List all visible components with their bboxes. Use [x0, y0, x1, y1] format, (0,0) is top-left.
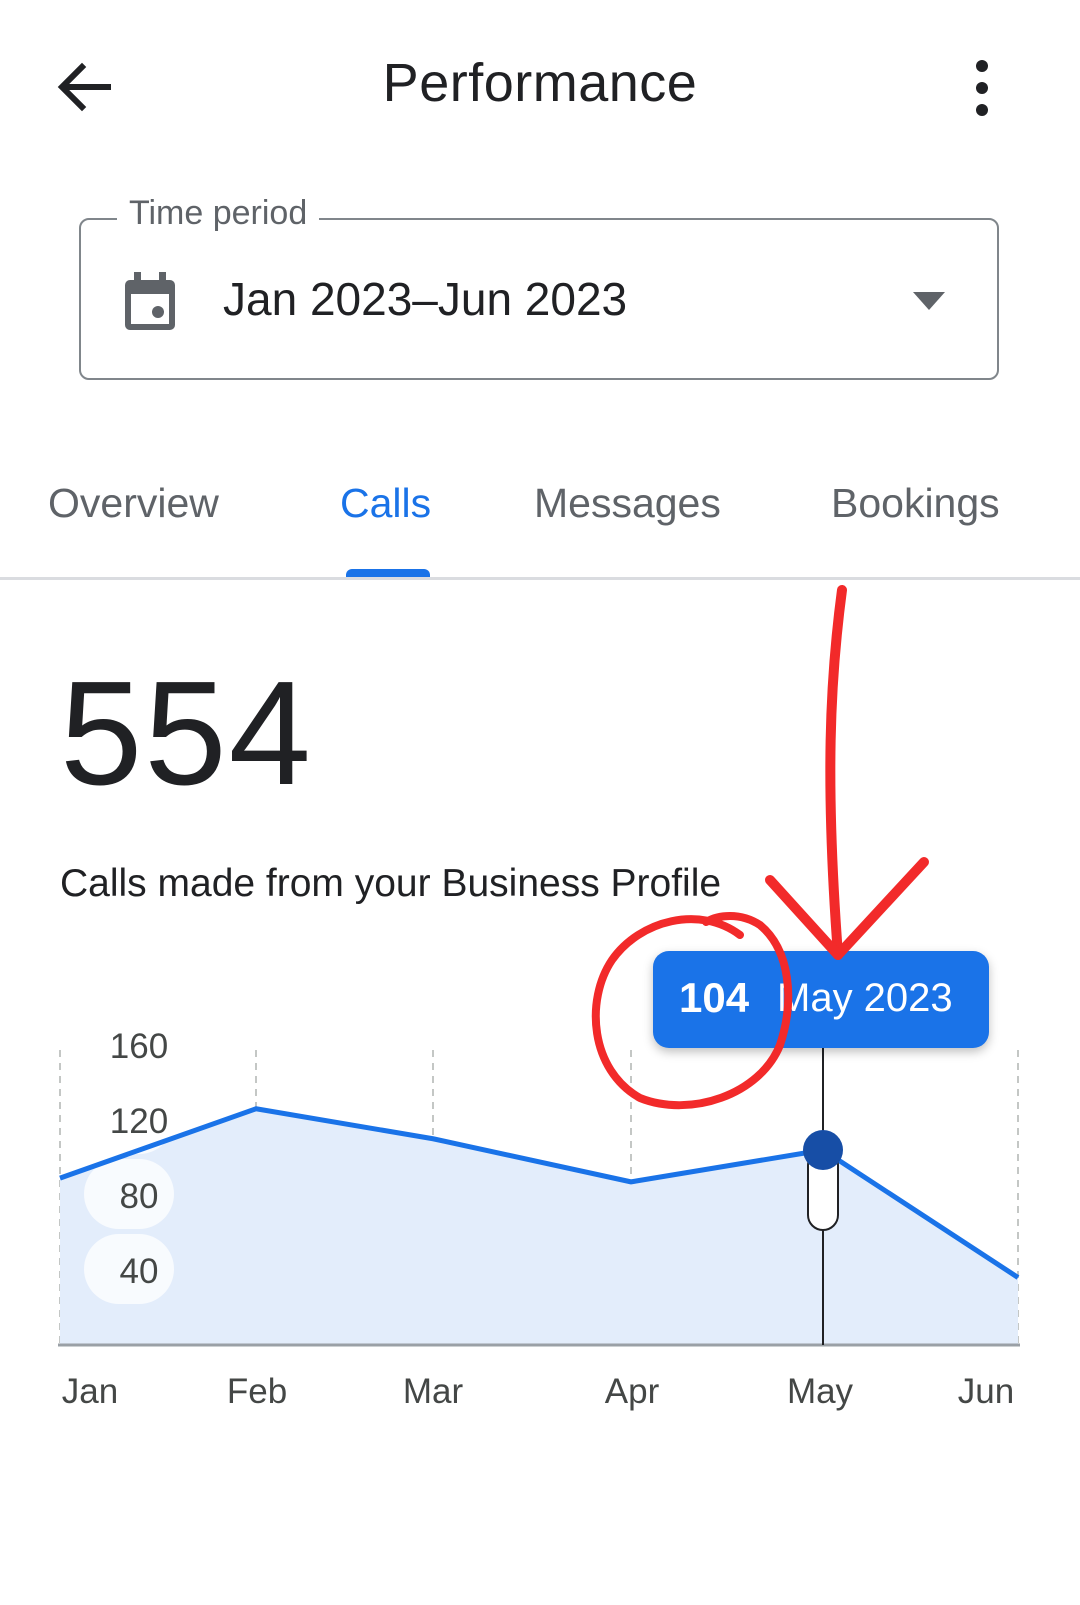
calendar-icon: [125, 272, 175, 330]
y-tick-label-80: 80: [120, 1177, 159, 1216]
time-period-value: Jan 2023–Jun 2023: [223, 273, 628, 325]
x-tick-label-apr: Apr: [605, 1372, 660, 1411]
y-tick-label-40: 40: [120, 1252, 159, 1291]
app-bar: Performance: [0, 0, 1080, 170]
tab-bar: Overview Calls Messages Bookings: [0, 450, 1080, 580]
tooltip-value: 104: [679, 974, 750, 1021]
arrow-drop-down-icon[interactable]: [913, 292, 945, 310]
x-tick-label-jun: Jun: [958, 1372, 1014, 1411]
x-tick-label-feb: Feb: [227, 1372, 287, 1411]
tab-messages[interactable]: Messages: [534, 480, 721, 527]
time-period-label: Time period: [117, 194, 320, 233]
tab-indicator: [346, 569, 430, 577]
tab-overview[interactable]: Overview: [48, 480, 219, 527]
data-point-may: [803, 1130, 843, 1170]
tabs-divider: [0, 577, 1080, 580]
x-tick-label-jan: Jan: [62, 1372, 118, 1411]
series-area: [60, 1108, 1018, 1345]
x-tick-label-mar: Mar: [403, 1372, 464, 1411]
tooltip-date: May 2023: [777, 976, 953, 1020]
total-calls-value: 554: [60, 651, 313, 816]
time-period-select[interactable]: Time period Jan 2023–Jun 2023: [79, 194, 999, 380]
more-vert-icon[interactable]: [966, 56, 998, 120]
page-title: Performance: [382, 53, 698, 113]
tab-bookings[interactable]: Bookings: [831, 480, 1000, 527]
y-tick-label-120: 120: [110, 1102, 168, 1141]
y-tick-label-160: 160: [110, 1027, 168, 1066]
chart-tooltip: 104 May 2023: [653, 951, 989, 1048]
tab-calls[interactable]: Calls: [340, 480, 431, 527]
x-tick-label-may: May: [787, 1372, 854, 1411]
